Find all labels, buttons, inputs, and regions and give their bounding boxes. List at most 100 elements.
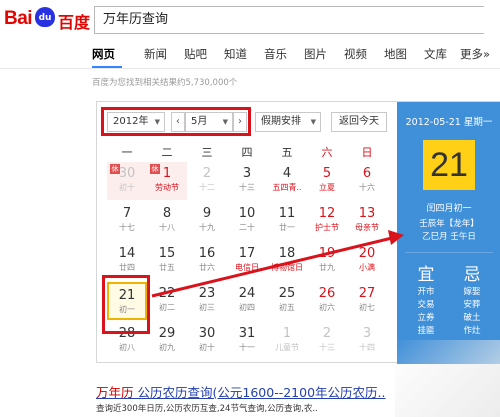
calendar-day[interactable]: 23 初三: [187, 282, 227, 320]
selected-date: 2012-05-21 星期一: [405, 117, 493, 128]
calendar-day[interactable]: 2 十三: [307, 322, 347, 360]
calendar-day[interactable]: 3 十四: [347, 322, 387, 360]
calendar-day[interactable]: 4 五四青..: [267, 162, 307, 200]
day-number: 13: [358, 206, 376, 221]
calendar-day[interactable]: 6 十六: [347, 162, 387, 200]
logo-text-chinese: 百度: [58, 13, 91, 32]
tab-web[interactable]: 网页: [92, 46, 115, 62]
day-number: 31: [238, 326, 256, 341]
calendar-day[interactable]: 22 初二: [147, 282, 187, 320]
lunar-label: 十七: [119, 223, 135, 232]
day-number: 2: [322, 326, 332, 341]
today-button[interactable]: 返回今天: [331, 112, 387, 132]
lunar-label: 廿五: [159, 263, 175, 272]
calendar-day[interactable]: 9 十九: [187, 202, 227, 240]
calendar-day[interactable]: 30 初十: [187, 322, 227, 360]
result-title-mid: 公历农历查询: [133, 385, 213, 400]
lunar-label: 立夏: [319, 183, 335, 192]
blur-overlay: [395, 340, 500, 417]
calendar-day[interactable]: 26 初六: [307, 282, 347, 320]
calendar-day[interactable]: 8 十八: [147, 202, 187, 240]
calendar-day[interactable]: 15 廿五: [147, 242, 187, 280]
calendar-day[interactable]: 16 廿六: [187, 242, 227, 280]
lunar-label: 护士节: [315, 223, 339, 232]
lunar-label: 劳动节: [155, 183, 179, 192]
day-number: 19: [318, 246, 336, 261]
paw-icon: du: [35, 7, 55, 27]
calendar-day[interactable]: 17 电信日: [227, 242, 267, 280]
day-number: 29: [158, 326, 176, 341]
tab-zhidao[interactable]: 知道: [224, 46, 247, 62]
logo-text-latin: Bai: [4, 8, 33, 29]
search-nav: 网页 新闻 贴吧 知道 音乐 图片 视频 地图 文库 更多»: [92, 46, 500, 68]
calendar-day[interactable]: 20 小满: [347, 242, 387, 280]
ji-heading: 忌: [463, 265, 481, 285]
calendar-day[interactable]: 24 初四: [227, 282, 267, 320]
calendar-day[interactable]: 2 十二: [187, 162, 227, 200]
lunar-label: 廿一: [279, 223, 295, 232]
calendar-day[interactable]: 1 儿童节: [267, 322, 307, 360]
weekday-label: 二: [161, 146, 173, 159]
lunar-label: 十二: [199, 183, 215, 192]
calendar-day[interactable]: 29 初九: [147, 322, 187, 360]
ganzhi-year: 壬辰年【龙年】: [419, 219, 479, 229]
tab-images[interactable]: 图片: [304, 46, 327, 62]
weekday-label: 三: [201, 146, 213, 159]
lunar-label: 二十: [239, 223, 255, 232]
result-title-link[interactable]: 万年历 公历农历查询(公元1600--2100年公历农历..: [96, 382, 385, 401]
lunar-label: 初八: [119, 343, 135, 352]
result-title-keyword: 万年历: [96, 385, 134, 400]
calendar-day[interactable]: 11 廿一: [267, 202, 307, 240]
nav-divider: [0, 68, 500, 69]
calendar-day[interactable]: 25 初五: [267, 282, 307, 320]
weekday-label: 六: [321, 146, 333, 159]
calendar-day[interactable]: 7 十七: [107, 202, 147, 240]
lunar-label: 初六: [319, 303, 335, 312]
baidu-logo[interactable]: Bai du 百度: [4, 6, 92, 32]
calendar-day[interactable]: 3 十三: [227, 162, 267, 200]
lunar-label: 初三: [199, 303, 215, 312]
tab-music[interactable]: 音乐: [264, 46, 287, 62]
lunar-label: 初四: [239, 303, 255, 312]
holiday-select-label: 假期安排: [261, 116, 301, 127]
calendar-day[interactable]: 18 博物馆日: [267, 242, 307, 280]
weekday-label: 一: [121, 146, 133, 159]
day-number: 17: [238, 246, 256, 261]
calendar-day[interactable]: 12 护士节: [307, 202, 347, 240]
lunar-label: 电信日: [235, 263, 259, 272]
calendar-day[interactable]: 27 初七: [347, 282, 387, 320]
calendar-day[interactable]: 休 1 劳动节: [147, 162, 187, 200]
lunar-label: 初五: [279, 303, 295, 312]
tab-news[interactable]: 新闻: [144, 46, 167, 62]
tab-more[interactable]: 更多»: [460, 46, 490, 62]
result-title-tail: (公元1600--2100年公历农历..: [212, 385, 386, 400]
annotation-highlight-box: [101, 107, 251, 136]
annotation-highlight-box: [102, 275, 150, 334]
day-number: 4: [282, 166, 292, 181]
day-number: 24: [238, 286, 256, 301]
search-input[interactable]: 万年历查询: [94, 6, 484, 34]
day-number: 14: [118, 246, 136, 261]
lunar-label: 初二: [159, 303, 175, 312]
calendar-day[interactable]: 5 立夏: [307, 162, 347, 200]
tab-video[interactable]: 视频: [344, 46, 367, 62]
tab-wenku[interactable]: 文库: [424, 46, 447, 62]
day-number: 1: [282, 326, 292, 341]
holiday-select[interactable]: 假期安排 ▼: [255, 112, 321, 132]
tab-tieba[interactable]: 贴吧: [184, 46, 207, 62]
tab-map[interactable]: 地图: [384, 46, 407, 62]
day-number: 18: [278, 246, 296, 261]
day-number: 2: [202, 166, 212, 181]
calendar-day[interactable]: 31 十一: [227, 322, 267, 360]
lunar-label: 五四青..: [272, 183, 302, 192]
calendar-day[interactable]: 休 30 初十: [107, 162, 147, 200]
calendar-day[interactable]: 19 廿九: [307, 242, 347, 280]
calendar-day[interactable]: 10 二十: [227, 202, 267, 240]
lunar-label: 博物馆日: [271, 263, 303, 272]
calendar-day[interactable]: 13 母亲节: [347, 202, 387, 240]
day-number: 26: [318, 286, 336, 301]
lunar-label: 初十: [199, 343, 215, 352]
day-detail-panel: 2012-05-21 星期一 21 闰四月初一 壬辰年【龙年】 乙巳月 壬午日 …: [397, 102, 500, 364]
ji-item: 嫁娶: [463, 287, 481, 297]
day-number: 16: [198, 246, 216, 261]
